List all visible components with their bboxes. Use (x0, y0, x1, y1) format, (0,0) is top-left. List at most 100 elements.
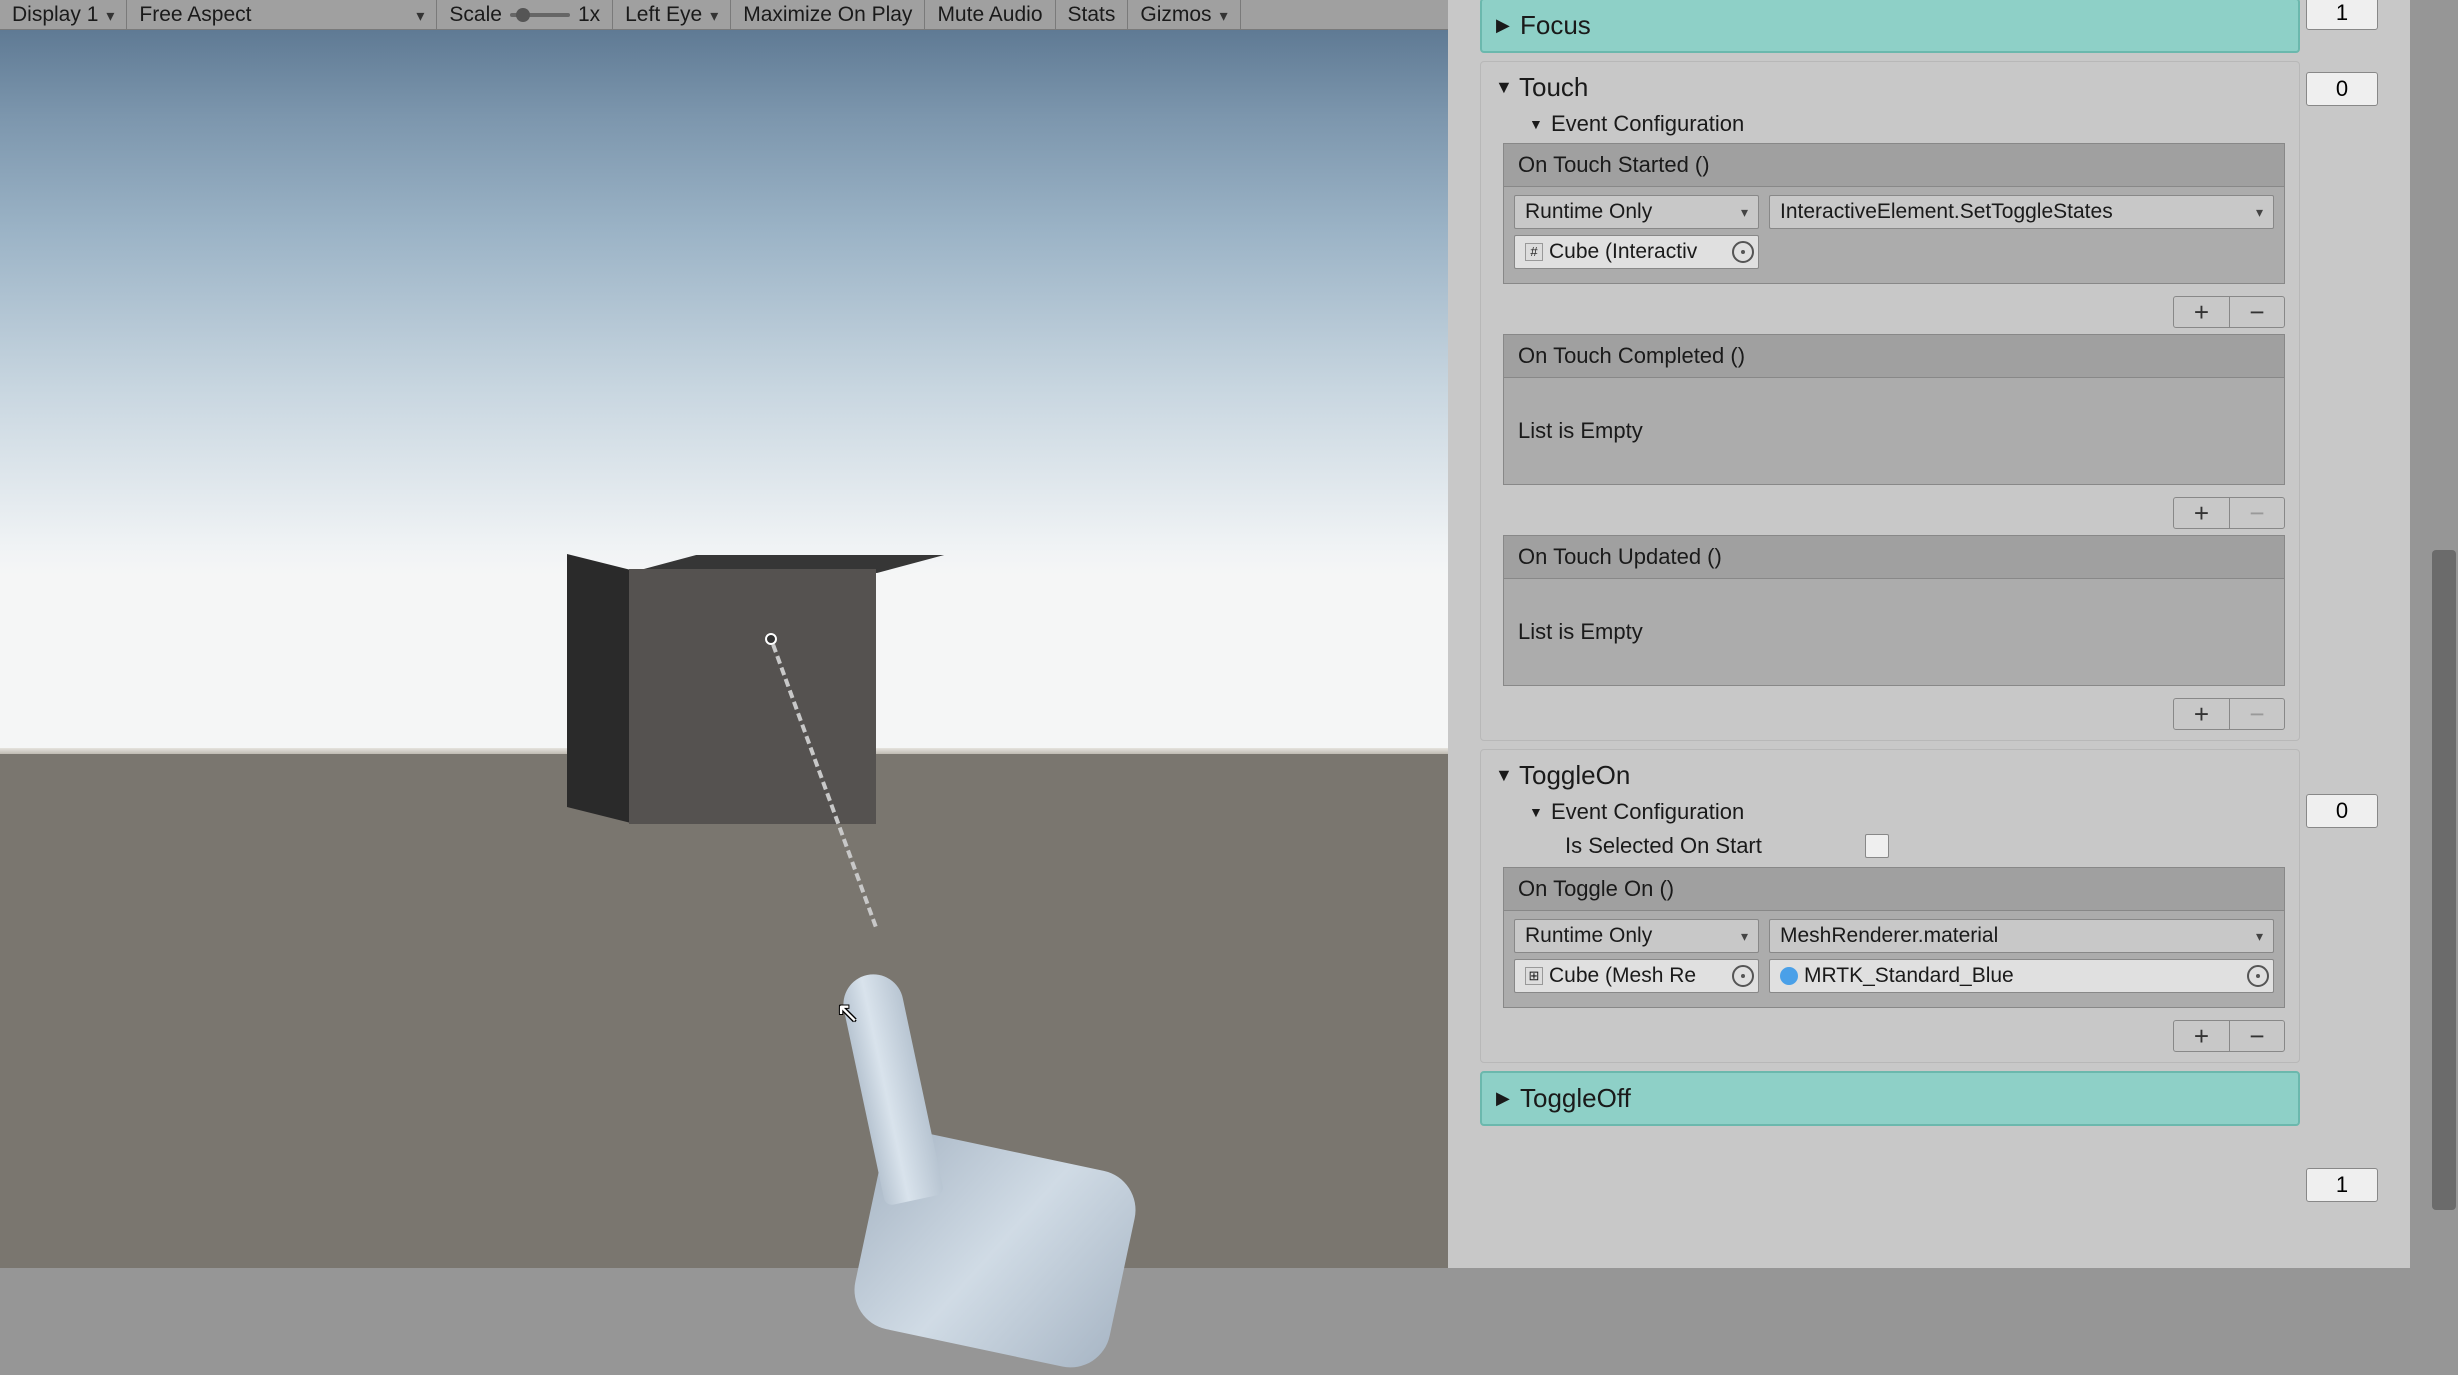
cube-object (567, 555, 877, 825)
focus-label: Focus (1520, 10, 1591, 41)
runtime-mode-dropdown[interactable]: Runtime Only (1514, 919, 1759, 953)
event-body: Runtime Only InteractiveElement.SetToggl… (1504, 187, 2284, 283)
material-ref-field[interactable]: MRTK_Standard_Blue (1769, 959, 2274, 993)
is-selected-on-start-row: Is Selected On Start (1565, 833, 2285, 859)
function-label: InteractiveElement.SetToggleStates (1780, 200, 2113, 224)
touch-count-field[interactable]: 0 (2306, 72, 2378, 106)
event-footer: + − (1503, 1014, 2285, 1052)
object-picker-icon[interactable] (2247, 965, 2269, 987)
maximize-toggle[interactable]: Maximize On Play (731, 0, 925, 29)
event-row: Runtime Only MeshRenderer.material (1514, 919, 2274, 953)
object-ref-label: Cube (Mesh Re (1549, 964, 1696, 988)
toggle-on-label: ToggleOn (1519, 760, 1630, 791)
add-remove-buttons: + − (2173, 1020, 2285, 1052)
cube-front-face (629, 569, 876, 824)
game-toolbar: Display 1 Free Aspect Scale 1x Left Eye … (0, 0, 1448, 30)
stats-toggle[interactable]: Stats (1056, 0, 1129, 29)
object-picker-icon[interactable] (1732, 965, 1754, 987)
inspector-panel: ▶ Focus 1 ▼ Touch ▼ Event Configuration … (1448, 0, 2458, 1268)
cube-left-face (567, 554, 631, 823)
game-view-panel: Display 1 Free Aspect Scale 1x Left Eye … (0, 0, 1448, 1268)
add-listener-button[interactable]: + (2174, 498, 2229, 528)
remove-listener-button: − (2229, 699, 2284, 729)
remove-listener-button[interactable]: − (2229, 1021, 2284, 1051)
touch-label: Touch (1519, 72, 1588, 103)
touch-event-config-label: Event Configuration (1551, 111, 1744, 137)
section-touch: ▼ Touch ▼ Event Configuration On Touch S… (1480, 61, 2300, 741)
runtime-mode-label: Runtime Only (1525, 200, 1652, 224)
add-remove-buttons: + − (2173, 698, 2285, 730)
foldout-touch[interactable]: ▼ Touch (1495, 72, 2285, 103)
touch-events: On Touch Started () Runtime Only Interac… (1503, 143, 2285, 730)
is-selected-checkbox[interactable] (1865, 834, 1889, 858)
gizmos-dropdown[interactable]: Gizmos (1128, 0, 1240, 29)
display-label: Display 1 (12, 3, 98, 27)
focus-count-field[interactable]: 1 (2306, 0, 2378, 30)
section-focus: ▶ Focus (1480, 0, 2300, 53)
event-footer: + − (1503, 491, 2285, 529)
chevron-down-icon (1220, 3, 1228, 27)
function-label: MeshRenderer.material (1780, 924, 1998, 948)
remove-listener-button[interactable]: − (2229, 297, 2284, 327)
inspector-content: ▶ Focus 1 ▼ Touch ▼ Event Configuration … (1448, 0, 2410, 1268)
foldout-toggle-on[interactable]: ▼ ToggleOn (1495, 760, 2285, 791)
aspect-dropdown[interactable]: Free Aspect (127, 0, 437, 29)
expand-down-icon: ▼ (1495, 77, 1513, 98)
function-dropdown[interactable]: MeshRenderer.material (1769, 919, 2274, 953)
foldout-toggle-on-event-config[interactable]: ▼ Event Configuration (1529, 799, 2285, 825)
add-remove-buttons: + − (2173, 296, 2285, 328)
eye-label: Left Eye (625, 3, 702, 27)
foldout-toggle-off[interactable]: ▶ ToggleOff (1496, 1083, 2284, 1114)
cursor-icon: ↖ (836, 996, 859, 1029)
eye-dropdown[interactable]: Left Eye (613, 0, 731, 29)
ground (0, 754, 1448, 1268)
expand-down-icon: ▼ (1495, 765, 1513, 786)
object-picker-icon[interactable] (1732, 241, 1754, 263)
remove-listener-button: − (2229, 498, 2284, 528)
foldout-touch-event-config[interactable]: ▼ Event Configuration (1529, 111, 2285, 137)
display-dropdown[interactable]: Display 1 (0, 0, 127, 29)
mute-toggle[interactable]: Mute Audio (925, 0, 1055, 29)
event-header: On Touch Completed () (1504, 335, 2284, 378)
event-header: On Touch Updated () (1504, 536, 2284, 579)
is-selected-label: Is Selected On Start (1565, 833, 1865, 859)
game-viewport[interactable]: ↖ (0, 30, 1448, 1268)
section-toggle-off: ▶ ToggleOff (1480, 1071, 2300, 1126)
add-listener-button[interactable]: + (2174, 297, 2229, 327)
scale-slider[interactable] (510, 13, 570, 17)
expand-down-icon: ▼ (1529, 804, 1545, 820)
inspector-scrollbar-track[interactable] (2430, 0, 2458, 1268)
mesh-icon: ⊞ (1525, 967, 1543, 985)
event-header: On Toggle On () (1504, 868, 2284, 911)
toggle-off-count-field[interactable]: 1 (2306, 1168, 2378, 1202)
add-listener-button[interactable]: + (2174, 1021, 2229, 1051)
expand-down-icon: ▼ (1529, 116, 1545, 132)
foldout-focus[interactable]: ▶ Focus (1496, 10, 2284, 41)
simulated-hand (845, 970, 1145, 1310)
expand-right-icon: ▶ (1496, 15, 1514, 36)
runtime-mode-label: Runtime Only (1525, 924, 1652, 948)
object-ref-field[interactable]: ⊞ Cube (Mesh Re (1514, 959, 1759, 993)
material-ref-label: MRTK_Standard_Blue (1804, 964, 2014, 988)
expand-right-icon: ▶ (1496, 1088, 1514, 1109)
empty-list-label: List is Empty (1504, 579, 2284, 685)
object-ref-field[interactable]: # Cube (Interactiv (1514, 235, 1759, 269)
scale-control[interactable]: Scale 1x (437, 0, 613, 29)
material-icon (1780, 967, 1798, 985)
event-row: # Cube (Interactiv (1514, 235, 2274, 269)
function-dropdown[interactable]: InteractiveElement.SetToggleStates (1769, 195, 2274, 229)
runtime-mode-dropdown[interactable]: Runtime Only (1514, 195, 1759, 229)
script-icon: # (1525, 243, 1543, 261)
toggle-on-event-config-label: Event Configuration (1551, 799, 1744, 825)
event-row: Runtime Only InteractiveElement.SetToggl… (1514, 195, 2274, 229)
object-ref-label: Cube (Interactiv (1549, 240, 1697, 264)
chevron-down-icon (106, 3, 114, 27)
add-remove-buttons: + − (2173, 497, 2285, 529)
inspector-scrollbar-thumb[interactable] (2432, 550, 2456, 1210)
ray-reticle-icon (765, 633, 777, 645)
aspect-label: Free Aspect (139, 3, 251, 27)
event-footer: + − (1503, 290, 2285, 328)
scale-label: Scale (449, 3, 502, 27)
toggle-on-count-field[interactable]: 0 (2306, 794, 2378, 828)
add-listener-button[interactable]: + (2174, 699, 2229, 729)
